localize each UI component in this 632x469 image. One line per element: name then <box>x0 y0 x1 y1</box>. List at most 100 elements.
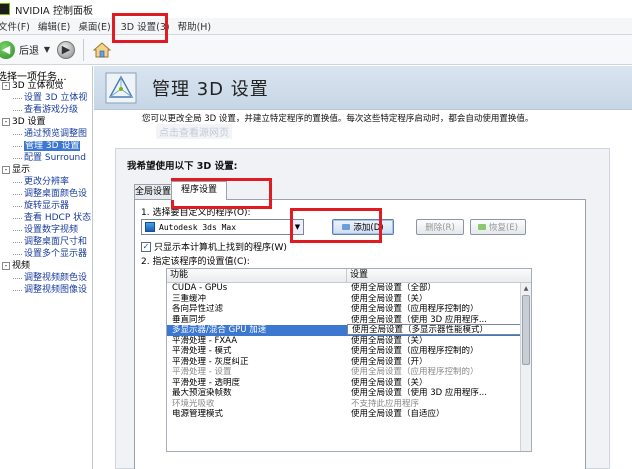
table-header: 功能 设置 <box>167 269 531 283</box>
feature-cell: 环境光吸收 <box>172 398 215 409</box>
tree-item-game-ratings[interactable]: 查看游戏分级 <box>0 104 92 116</box>
restore-icon <box>477 224 486 230</box>
show-only-found-programs[interactable]: ✓ 只显示本计算机上找到的程序(W) <box>141 240 287 253</box>
table-row[interactable]: 平滑处理 - 透明度 使用全局设置（关） <box>167 378 531 389</box>
setting-cell: 使用全局设置（使用 3D 应用程序... <box>351 388 487 398</box>
show-only-label: 只显示本计算机上找到的程序(W) <box>154 243 287 253</box>
sidebar-header: 选择一项任务... <box>0 72 67 83</box>
scroll-thumb[interactable] <box>522 295 530 365</box>
home-button[interactable] <box>92 40 112 60</box>
collapse-icon[interactable]: - <box>2 165 10 174</box>
table-row[interactable]: CUDA - GPUs 使用全局设置（全部） <box>167 283 531 294</box>
setting-cell: 使用全局设置（应用程序控制的） <box>351 367 479 377</box>
scroll-up-icon[interactable]: ▲ <box>522 284 530 293</box>
watermark-text: 点击查看源网页 <box>156 124 232 139</box>
tree-item-multi-display[interactable]: 设置多个显示器 <box>0 248 92 260</box>
setting-cell: 使用全局设置（关） <box>351 293 428 304</box>
tree-item-digital-audio[interactable]: 设置数字视频 <box>0 224 92 236</box>
nvidia-app-icon <box>0 3 10 15</box>
add-program-button[interactable]: 添加(D) <box>332 219 394 235</box>
tree-item-preview-adjust[interactable]: 通过预览调整图 <box>0 128 92 140</box>
feature-cell: 各向异性过滤 <box>172 304 224 314</box>
setting-cell: 使用全局设置（应用程序控制的） <box>351 304 479 314</box>
program-icon <box>145 222 155 232</box>
table-row[interactable]: 电源管理模式 使用全局设置（自适应） <box>167 409 531 420</box>
back-history-dropdown[interactable]: ▼ <box>41 45 53 54</box>
feature-cell: 多显示器/混合 GPU 加速 <box>172 325 267 335</box>
tree-category-display[interactable]: - 显示 <box>0 164 92 176</box>
column-header-setting[interactable]: 设置 <box>347 269 531 282</box>
table-row[interactable]: 多显示器/混合 GPU 加速 使用全局设置（多显示器性能模式）▼ <box>167 324 531 336</box>
delete-program-button[interactable]: 删除(R) <box>416 219 464 235</box>
tree-item-manage-3d[interactable]: 管理 3D 设置 <box>0 140 92 152</box>
add-icon <box>342 224 351 230</box>
tab-global-settings[interactable]: 全局设置 <box>134 184 172 199</box>
menu-bar: 文件(F) 编辑(E) 桌面(E) 3D 设置(3) 帮助(H) <box>0 18 632 35</box>
feature-cell: 三重缓冲 <box>172 293 207 304</box>
collapse-icon[interactable]: - <box>2 261 10 270</box>
collapse-icon[interactable]: - <box>2 117 10 126</box>
menu-help[interactable]: 帮助(H) <box>174 19 216 33</box>
table-scrollbar[interactable]: ▲ <box>520 283 531 451</box>
table-row[interactable]: 平滑处理 - 灰度纠正 使用全局设置（开） <box>167 357 531 368</box>
tree-item-rotate[interactable]: 旋转显示器 <box>0 200 92 212</box>
settings-table: 功能 设置 CUDA - GPUs 使用全局设置（全部） 三重缓冲 使用全局设置（关）… <box>166 268 532 452</box>
title-bar: NVIDIA 控制面板 <box>0 0 632 18</box>
toolbar-divider <box>83 38 84 61</box>
feature-cell: 平滑处理 - FXAA <box>172 335 238 346</box>
3d-settings-banner-icon <box>105 72 137 103</box>
table-row[interactable]: 最大预渲染帧数 使用全局设置（使用 3D 应用程序... <box>167 388 531 399</box>
menu-3d-settings[interactable]: 3D 设置(3) <box>117 19 174 33</box>
checkbox-checked-icon[interactable]: ✓ <box>141 241 151 252</box>
tree-item-desktop-size[interactable]: 调整桌面尺寸和 <box>0 236 92 248</box>
table-body: CUDA - GPUs 使用全局设置（全部） 三重缓冲 使用全局设置（关） 各向异性过滤… <box>167 283 531 420</box>
table-row[interactable]: 三重缓冲 使用全局设置（关） <box>167 294 531 305</box>
column-header-feature[interactable]: 功能 <box>167 269 347 282</box>
program-select[interactable]: Autodesk 3ds Max ▼ <box>141 219 304 235</box>
tree-category-3d-stereo[interactable]: -3D 立体视觉 <box>0 80 92 92</box>
page-banner: 管理 3D 设置 <box>94 66 632 110</box>
program-select-value: Autodesk 3ds Max <box>159 222 237 232</box>
setting-cell: 不支持此应用程序 <box>351 398 420 409</box>
tree-item-video-image[interactable]: 调整视频图像设 <box>0 284 92 296</box>
tree-item-hdcp[interactable]: 查看 HDCP 状态 <box>0 212 92 224</box>
tree-category-video[interactable]: - 视频 <box>0 260 92 272</box>
collapse-icon[interactable]: - <box>2 81 10 90</box>
section-label: 我希望使用以下 3D 设置: <box>127 161 238 172</box>
feature-cell: 平滑处理 - 透明度 <box>172 377 240 388</box>
tree-item-surround[interactable]: 配置 Surround <box>0 152 92 164</box>
tree-category-3d-settings[interactable]: -3D 设置 <box>0 116 92 128</box>
setting-cell: 使用全局设置（关） <box>351 335 428 346</box>
settings-panel: 我希望使用以下 3D 设置: 全局设置 程序设置 1. 选择要自定义的程序(O)… <box>115 148 610 469</box>
forward-arrow-icon[interactable]: ▶ <box>57 40 75 59</box>
table-row[interactable]: 平滑处理 - 模式 使用全局设置（应用程序控制的） <box>167 346 531 357</box>
toolbar: ◀ 后退 ▼ ▶ <box>0 35 632 65</box>
tree-item-resolution[interactable]: 更改分辨率 <box>0 176 92 188</box>
tree-item-stereo-setup[interactable]: 设置 3D 立体视 <box>0 92 92 104</box>
tab-program-settings[interactable]: 程序设置 <box>171 181 227 200</box>
home-icon <box>93 41 111 57</box>
tree-item-desktop-color[interactable]: 调整桌面颜色设 <box>0 188 92 200</box>
page-description: 您可以更改全局 3D 设置，并建立特定程序的置换值。每次这些特定程序启动时，都会… <box>142 114 534 124</box>
back-arrow-icon: ◀ <box>0 40 15 59</box>
setting-cell: 使用全局设置（全部） <box>351 283 437 293</box>
restore-button[interactable]: 恢复(E) <box>470 219 526 235</box>
back-label: 后退 <box>19 46 39 57</box>
table-row[interactable]: 平滑处理 - 设置 使用全局设置（应用程序控制的） <box>167 367 531 378</box>
menu-edit[interactable]: 编辑(E) <box>34 19 74 33</box>
menu-file[interactable]: 文件(F) <box>0 19 34 33</box>
setting-select[interactable]: 使用全局设置（多显示器性能模式）▼ <box>347 324 531 335</box>
task-sidebar: 选择一项任务... -3D 立体视觉 设置 3D 立体视 查看游戏分级 -3D … <box>0 66 93 469</box>
feature-cell: 垂直同步 <box>172 314 207 325</box>
table-row[interactable]: 平滑处理 - FXAA 使用全局设置（关） <box>167 336 531 347</box>
menu-desktop[interactable]: 桌面(E) <box>74 19 114 33</box>
table-row[interactable]: 各向异性过滤 使用全局设置（应用程序控制的） <box>167 304 531 315</box>
table-row[interactable]: 环境光吸收 不支持此应用程序 <box>167 399 531 410</box>
dropdown-arrow-icon[interactable]: ▼ <box>291 220 303 234</box>
setting-cell: 使用全局设置（关） <box>351 377 428 388</box>
feature-cell: 平滑处理 - 模式 <box>172 346 232 356</box>
feature-cell: 电源管理模式 <box>172 409 224 419</box>
back-button[interactable]: ◀ 后退 <box>0 40 39 59</box>
tree-item-video-color[interactable]: 调整视频颜色设 <box>0 272 92 284</box>
feature-cell: 平滑处理 - 灰度纠正 <box>172 356 249 367</box>
